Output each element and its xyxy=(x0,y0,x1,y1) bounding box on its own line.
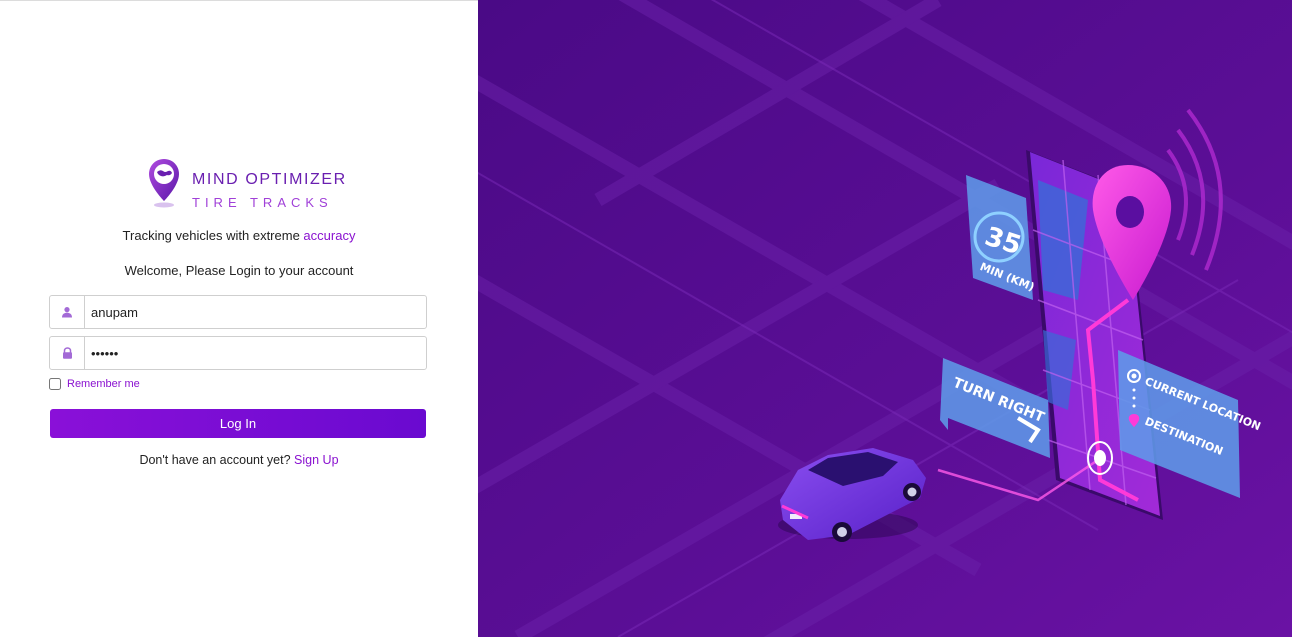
brand-name: MIND OPTIMIZER xyxy=(192,171,347,188)
brand-logo: MIND OPTIMIZER TIRE TRACKS xyxy=(147,157,347,213)
location-pin-globe-icon xyxy=(149,159,179,208)
password-input[interactable] xyxy=(85,337,429,369)
signup-prompt: Don't have an account yet? Sign Up xyxy=(0,453,478,467)
signup-link[interactable]: Sign Up xyxy=(294,453,338,467)
tagline-text: Tracking vehicles with extreme xyxy=(122,228,300,243)
login-panel: MIND OPTIMIZER TIRE TRACKS Tracking vehi… xyxy=(0,0,478,637)
lock-icon xyxy=(50,337,85,369)
remember-me-label: Remember me xyxy=(67,378,140,390)
hero-illustration: 35 MIN (KM) TURN RIGHT CURRENT LOCATION … xyxy=(478,0,1292,637)
tagline: Tracking vehicles with extreme accuracy xyxy=(0,228,478,243)
navigation-illustration: 35 MIN (KM) TURN RIGHT CURRENT LOCATION … xyxy=(478,0,1292,637)
password-field-group xyxy=(49,336,429,370)
username-field-group xyxy=(49,295,429,329)
login-button[interactable]: Log In xyxy=(50,409,426,438)
user-icon xyxy=(50,296,85,328)
remember-me[interactable]: Remember me xyxy=(49,377,140,391)
signup-prompt-text: Don't have an account yet? xyxy=(139,453,291,467)
tagline-accent: accuracy xyxy=(303,228,356,243)
brand-subname: TIRE TRACKS xyxy=(192,195,333,210)
remember-me-checkbox[interactable] xyxy=(49,378,61,390)
welcome-text: Welcome, Please Login to your account xyxy=(124,263,354,278)
username-input[interactable] xyxy=(85,296,429,328)
